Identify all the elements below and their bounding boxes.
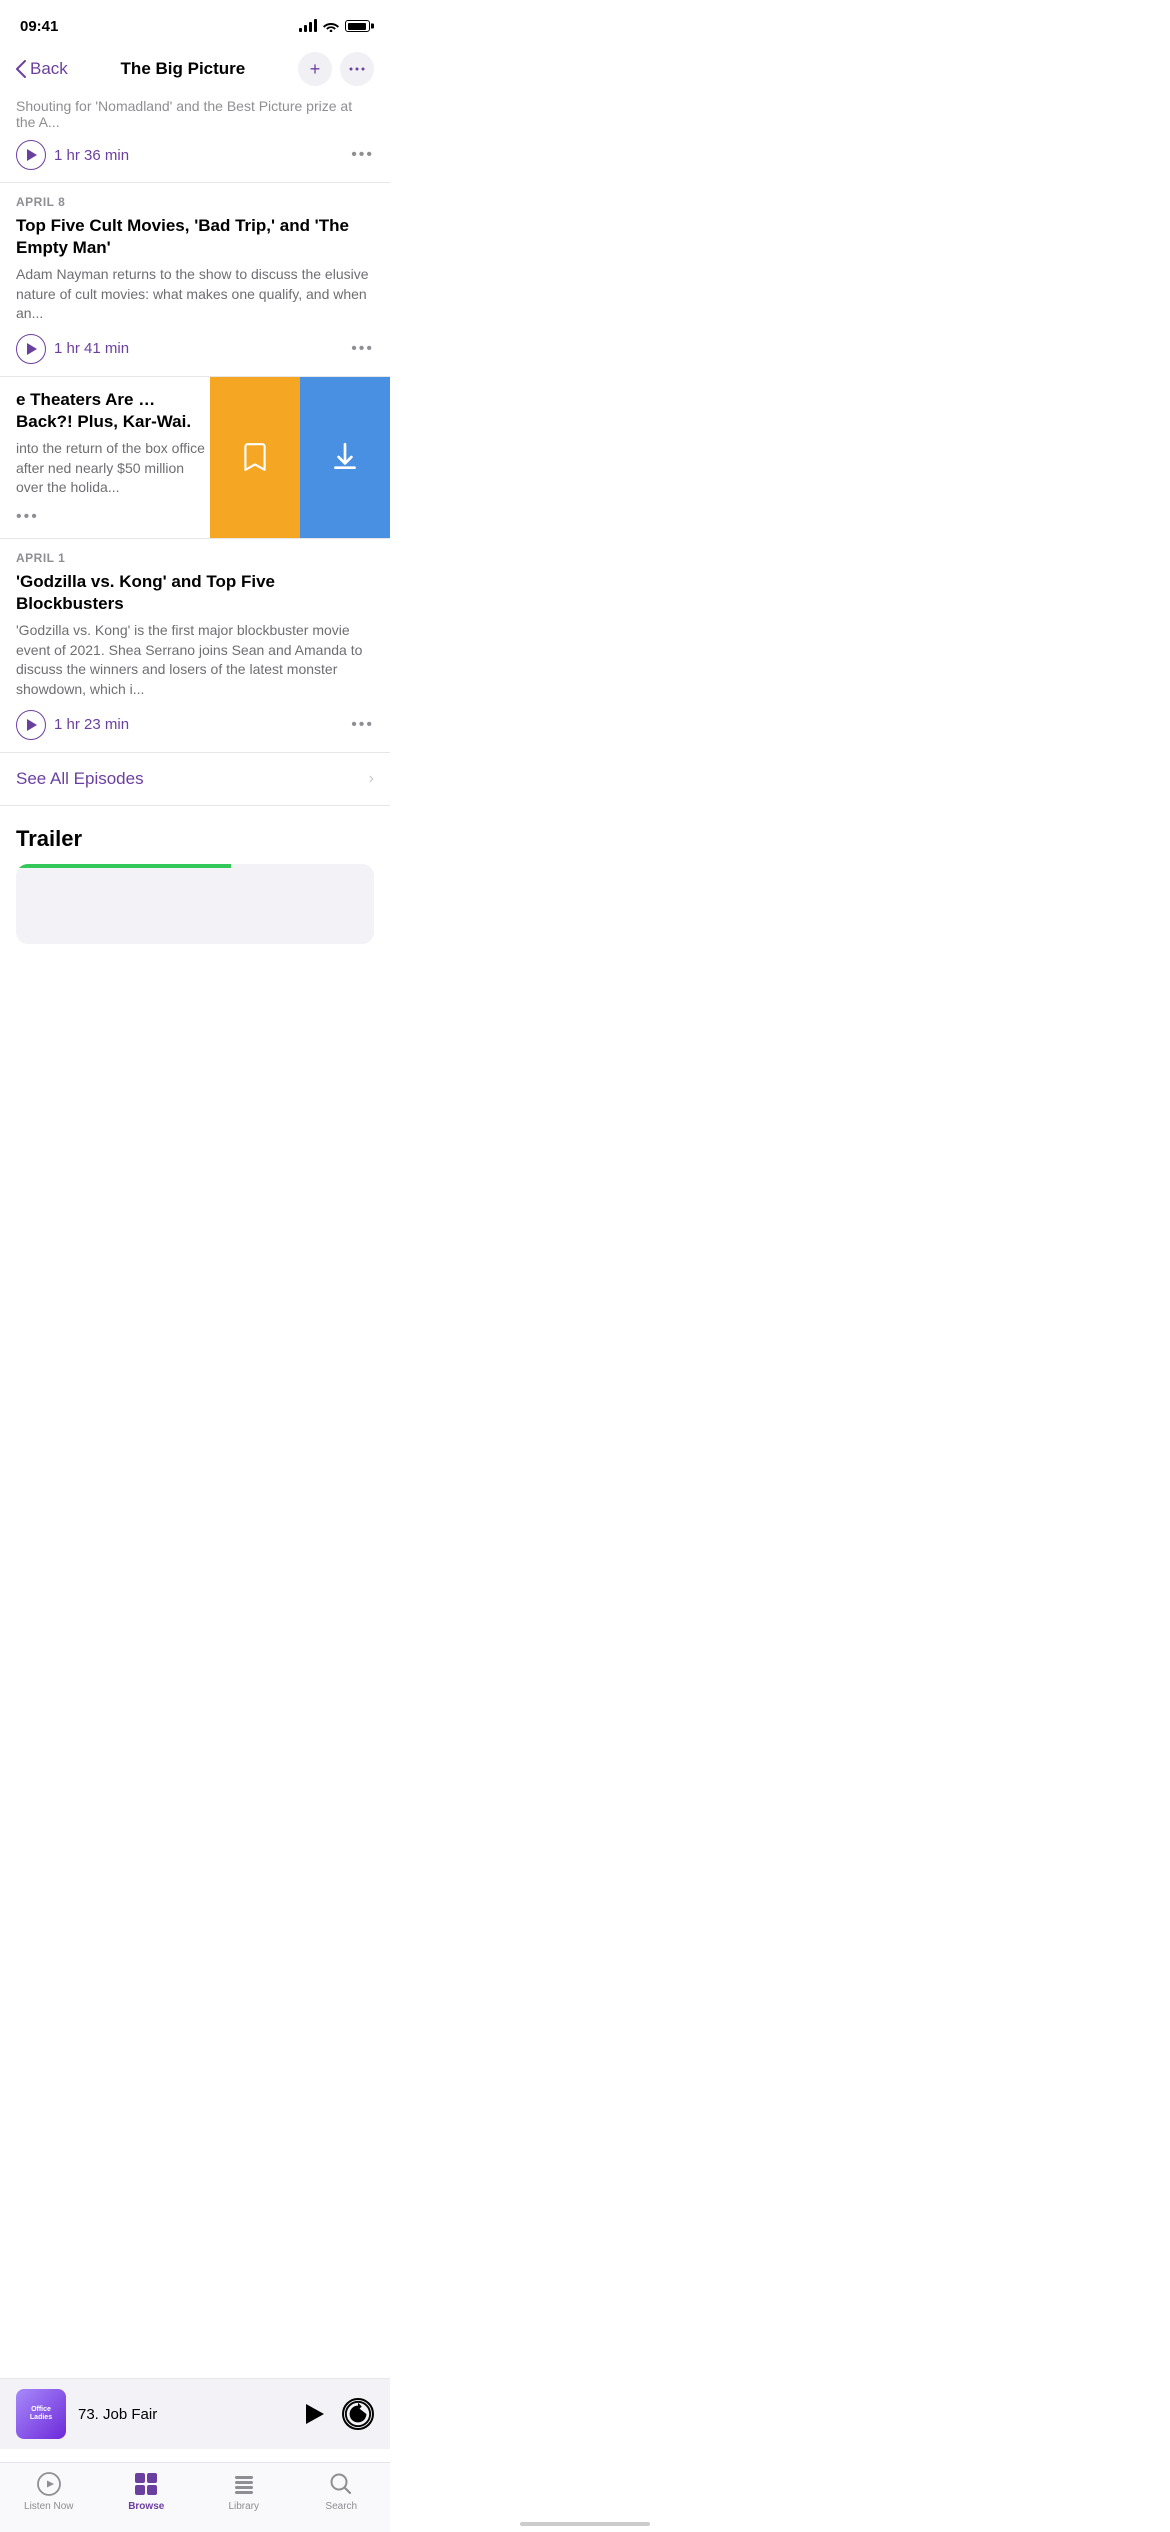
duration-ep3: 1 hr 23 min	[54, 716, 129, 733]
duration-ep0: 1 hr 36 min	[54, 147, 129, 164]
play-button-ep0[interactable]	[16, 140, 46, 170]
status-time: 09:41	[20, 18, 58, 35]
browse-icon	[133, 2471, 159, 2497]
svg-text:10: 10	[353, 2414, 361, 2421]
trailer-card[interactable]	[16, 864, 374, 944]
episode-desc-2: into the return of the box office after …	[16, 439, 210, 498]
more-options-ep3[interactable]: •••	[351, 716, 374, 734]
trailer-progress-bar	[16, 864, 231, 868]
chevron-right-icon: ›	[369, 770, 374, 788]
tab-listen-now-label: Listen Now	[24, 2501, 73, 2512]
library-icon	[231, 2471, 257, 2497]
episode-title-1: Top Five Cult Movies, 'Bad Trip,' and 'T…	[16, 215, 374, 259]
episode-item-1: APRIL 8 Top Five Cult Movies, 'Bad Trip,…	[0, 183, 390, 377]
mini-player: Office Ladies 73. Job Fair 10	[0, 2378, 390, 2449]
mini-show-art-text: Office Ladies	[20, 2406, 62, 2423]
play-button-ep3[interactable]	[16, 710, 46, 740]
play-button-ep1[interactable]	[16, 334, 46, 364]
back-label: Back	[30, 59, 68, 79]
swipe-actions	[210, 377, 390, 538]
download-icon	[332, 441, 358, 473]
episode-title-3: 'Godzilla vs. Kong' and Top Five Blockbu…	[16, 571, 374, 615]
home-indicator	[520, 2522, 650, 2526]
play-row-3: 1 hr 23 min	[16, 710, 129, 740]
episode-title-2: e Theaters Are … Back?! Plus, Kar-Wai.	[16, 389, 210, 433]
episode-desc-3: 'Godzilla vs. Kong' is the first major b…	[16, 621, 374, 699]
nav-actions: +	[298, 52, 374, 86]
listen-now-icon	[36, 2471, 62, 2497]
episode-item-truncated: Shouting for 'Nomadland' and the Best Pi…	[0, 98, 390, 183]
see-all-episodes[interactable]: See All Episodes ›	[0, 753, 390, 806]
truncated-episode-desc: Shouting for 'Nomadland' and the Best Pi…	[16, 98, 374, 130]
tab-search-label: Search	[325, 2501, 357, 2512]
add-button[interactable]: +	[298, 52, 332, 86]
battery-icon	[345, 20, 370, 32]
skip-10-icon: 10	[344, 2400, 372, 2428]
more-button[interactable]	[340, 52, 374, 86]
back-button[interactable]: Back	[16, 59, 68, 79]
skip-forward-button[interactable]: 10	[342, 2398, 374, 2430]
more-options-ep0[interactable]: •••	[351, 146, 374, 164]
tab-search[interactable]: Search	[311, 2471, 371, 2512]
page-title: The Big Picture	[68, 59, 298, 79]
episode-date-3: APRIL 1	[16, 551, 374, 565]
tab-browse-label: Browse	[128, 2501, 164, 2512]
play-row: 1 hr 36 min	[16, 140, 129, 170]
bookmark-icon	[242, 441, 268, 473]
episode-date-1: APRIL 8	[16, 195, 374, 209]
bookmark-action[interactable]	[210, 377, 300, 538]
mini-player-controls: 10	[298, 2398, 374, 2430]
episode-item-2: e Theaters Are … Back?! Plus, Kar-Wai. i…	[0, 377, 390, 539]
search-icon	[328, 2471, 354, 2497]
tab-library-label: Library	[228, 2501, 259, 2512]
download-action[interactable]	[300, 377, 390, 538]
tab-bar: Listen Now Browse Library	[0, 2462, 390, 2532]
mini-player-info: 73. Job Fair	[78, 2406, 286, 2423]
episode-desc-1: Adam Nayman returns to the show to discu…	[16, 265, 374, 324]
more-options-ep1[interactable]: •••	[351, 340, 374, 358]
wifi-icon	[323, 20, 339, 32]
see-all-label: See All Episodes	[16, 769, 144, 789]
play-row-1: 1 hr 41 min	[16, 334, 129, 364]
mini-play-button[interactable]	[298, 2399, 328, 2429]
nav-header: Back The Big Picture +	[0, 44, 390, 98]
duration-ep1: 1 hr 41 min	[54, 340, 129, 357]
mini-player-art: Office Ladies	[16, 2389, 66, 2439]
episode-content-2: e Theaters Are … Back?! Plus, Kar-Wai. i…	[16, 389, 210, 526]
trailer-section-title: Trailer	[0, 806, 390, 864]
status-bar: 09:41	[0, 0, 390, 44]
more-options-ep2[interactable]: •••	[16, 508, 39, 526]
tab-browse[interactable]: Browse	[116, 2471, 176, 2512]
episode-item-3: APRIL 1 'Godzilla vs. Kong' and Top Five…	[0, 539, 390, 753]
tab-listen-now[interactable]: Listen Now	[19, 2471, 79, 2512]
tab-library[interactable]: Library	[214, 2471, 274, 2512]
status-icons	[299, 20, 370, 32]
signal-icon	[299, 20, 317, 32]
mini-player-episode: 73. Job Fair	[78, 2406, 286, 2423]
